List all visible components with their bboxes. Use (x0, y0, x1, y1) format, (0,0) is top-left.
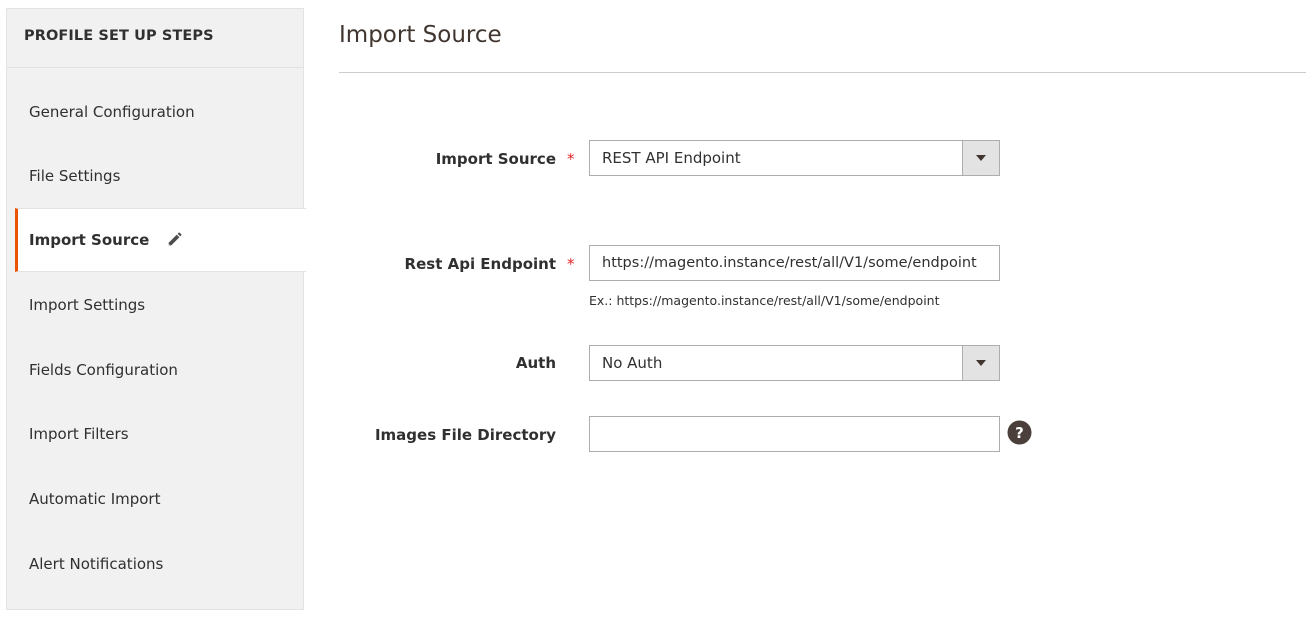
sidebar-item-automatic-import[interactable]: Automatic Import (7, 467, 305, 531)
sidebar-item-label: Import Settings (29, 296, 146, 314)
required-marker: * (567, 255, 575, 273)
triangle-down-icon[interactable] (962, 141, 999, 175)
triangle-down-icon[interactable] (962, 346, 999, 380)
auth-select-value: No Auth (602, 354, 663, 372)
rest-api-endpoint-input[interactable] (589, 245, 1000, 281)
rest-api-endpoint-label: Rest Api Endpoint (404, 255, 556, 273)
question-circle-icon[interactable]: ? (1007, 420, 1032, 445)
page-title: Import Source (339, 22, 502, 48)
profile-steps-sidebar: PROFILE SET UP STEPS General Configurati… (6, 8, 306, 610)
sidebar-item-label: Fields Configuration (29, 361, 178, 379)
sidebar-item-import-source[interactable]: Import Source (15, 208, 306, 272)
sidebar-item-import-filters[interactable]: Import Filters (7, 402, 305, 466)
sidebar-item-label: General Configuration (29, 103, 195, 121)
title-divider (339, 72, 1306, 73)
sidebar-item-label: Import Filters (29, 425, 129, 443)
sidebar-title: PROFILE SET UP STEPS (7, 9, 303, 68)
sidebar-item-general-configuration[interactable]: General Configuration (7, 80, 305, 144)
import-source-select-value: REST API Endpoint (602, 149, 741, 167)
sidebar-item-fields-configuration[interactable]: Fields Configuration (7, 338, 305, 402)
svg-text:?: ? (1015, 424, 1024, 442)
import-source-select[interactable]: REST API Endpoint (589, 140, 1000, 176)
rest-api-endpoint-note: Ex.: https://magento.instance/rest/all/V… (589, 293, 940, 308)
page: PROFILE SET UP STEPS General Configurati… (0, 0, 1309, 618)
sidebar-item-label: Import Source (29, 231, 150, 249)
sidebar-item-import-settings[interactable]: Import Settings (7, 273, 305, 337)
auth-label: Auth (515, 354, 556, 372)
sidebar-item-label: Automatic Import (29, 490, 161, 508)
import-source-label: Import Source (435, 150, 556, 168)
sidebar-item-label: File Settings (29, 167, 121, 185)
images-file-directory-input[interactable] (589, 416, 1000, 452)
required-marker: * (567, 150, 575, 168)
sidebar-item-label: Alert Notifications (29, 555, 164, 573)
sidebar-item-alert-notifications[interactable]: Alert Notifications (7, 532, 305, 596)
sidebar-item-file-settings[interactable]: File Settings (7, 144, 305, 208)
pencil-icon (165, 231, 183, 249)
images-file-directory-label: Images File Directory (374, 426, 556, 444)
auth-select[interactable]: No Auth (589, 345, 1000, 381)
